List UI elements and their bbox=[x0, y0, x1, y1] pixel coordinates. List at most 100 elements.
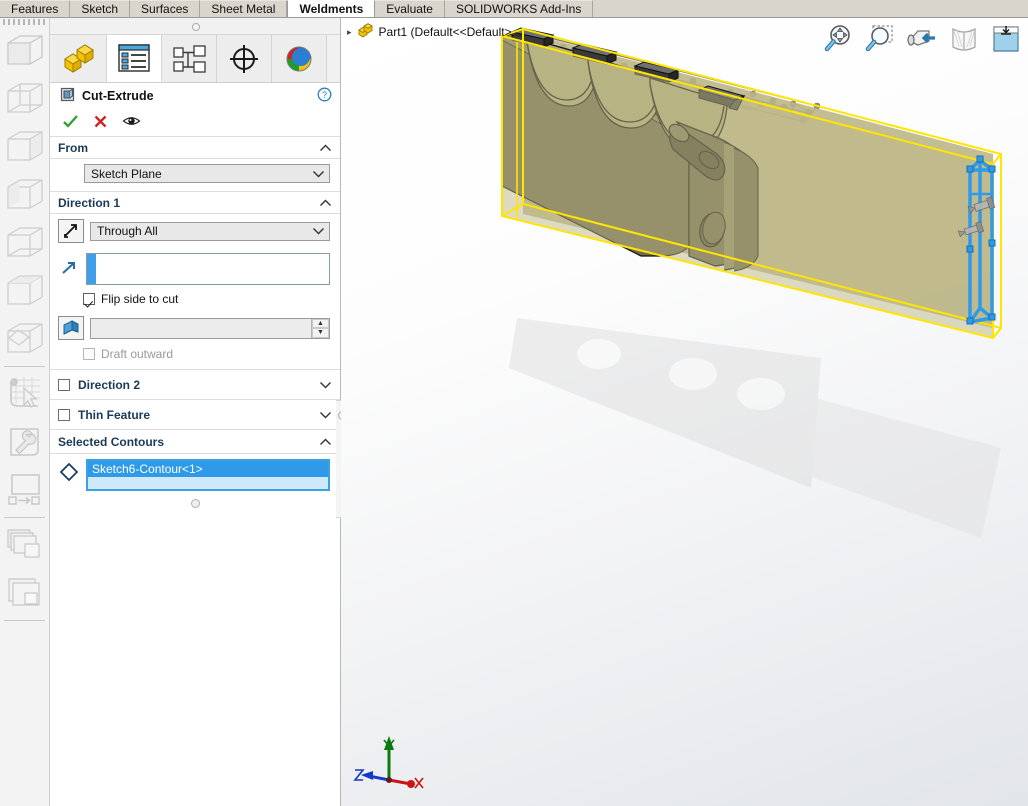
tools-wrench-icon[interactable] bbox=[2, 418, 48, 466]
chevron-down-icon[interactable] bbox=[319, 378, 332, 392]
model-scene[interactable] bbox=[341, 18, 1028, 806]
direction1-depth-value bbox=[96, 254, 329, 284]
section-direction1-header[interactable]: Direction 1 bbox=[50, 192, 340, 214]
ribbon-tab-weldments[interactable]: Weldments bbox=[287, 0, 376, 17]
property-manager-header: Cut-Extrude ? bbox=[50, 83, 340, 109]
draft-angle-value bbox=[91, 319, 311, 338]
sketch-cursor-icon[interactable] bbox=[2, 370, 48, 418]
feature-manager-tab[interactable] bbox=[52, 35, 107, 82]
flip-side-to-cut-row[interactable]: Flip side to cut bbox=[50, 290, 340, 311]
view-orientation-trimetric-icon[interactable] bbox=[2, 75, 48, 123]
direction1-draft-row: ▲ ▼ bbox=[50, 311, 340, 345]
flip-side-to-cut-checkbox[interactable] bbox=[83, 293, 95, 305]
tree-expand-icon[interactable]: ▸ bbox=[347, 27, 352, 38]
section-direction2-header[interactable]: Direction 2 bbox=[50, 370, 340, 400]
zoom-to-fit-icon[interactable] bbox=[820, 21, 856, 57]
flyout-feature-tree[interactable]: ▸ Part1 (Default<<Default>... bbox=[347, 23, 522, 41]
direction1-depth-field[interactable] bbox=[86, 253, 330, 285]
view-orientation-icon[interactable] bbox=[988, 21, 1024, 57]
spinner-down-icon[interactable]: ▼ bbox=[312, 328, 329, 338]
cancel-button[interactable] bbox=[93, 114, 108, 132]
panel-resize-dot[interactable] bbox=[190, 499, 200, 508]
section-from-label: From bbox=[58, 140, 88, 155]
cascade-windows-icon[interactable] bbox=[2, 569, 48, 617]
direction2-checkbox[interactable] bbox=[58, 378, 70, 391]
solid-body[interactable] bbox=[501, 27, 1002, 340]
view-orientation-dimetric-icon[interactable] bbox=[2, 123, 48, 171]
cut-extrude-icon bbox=[60, 87, 75, 105]
orientation-triad bbox=[353, 730, 439, 794]
selection-indicator bbox=[87, 254, 96, 284]
draft-outward-label: Draft outward bbox=[101, 347, 174, 361]
ribbon-tab-sketch[interactable]: Sketch bbox=[70, 0, 131, 17]
dimxpert-manager-tab[interactable] bbox=[217, 35, 272, 82]
view-orientation-isometric-icon[interactable] bbox=[2, 27, 48, 75]
from-row: Sketch Plane bbox=[50, 159, 340, 188]
ribbon-tab-sheet-metal[interactable]: Sheet Metal bbox=[200, 0, 288, 17]
draft-outward-checkbox[interactable] bbox=[83, 348, 95, 360]
chevron-down-icon[interactable] bbox=[319, 408, 332, 422]
ok-button[interactable] bbox=[62, 114, 79, 132]
ribbon-tab-surfaces[interactable]: Surfaces bbox=[130, 0, 201, 17]
window-transfer-icon[interactable] bbox=[2, 466, 48, 514]
thin-feature-checkbox[interactable] bbox=[58, 408, 70, 421]
section-direction2-label: Direction 2 bbox=[78, 377, 141, 392]
selected-contours-list[interactable]: Sketch6-Contour<1> bbox=[86, 459, 330, 491]
view-toolbar-rail bbox=[0, 18, 50, 806]
selected-contours-row: Sketch6-Contour<1> bbox=[50, 454, 340, 493]
section-from-header[interactable]: From bbox=[50, 137, 340, 159]
tile-windows-icon[interactable] bbox=[2, 521, 48, 569]
tree-root-label: Part1 (Default<<Default>... bbox=[378, 25, 522, 39]
section-selected-contours-label: Selected Contours bbox=[58, 434, 165, 449]
manager-tab-strip bbox=[50, 35, 340, 83]
section-selected-contours-header[interactable]: Selected Contours bbox=[50, 430, 340, 454]
list-item[interactable]: Sketch6-Contour<1> bbox=[88, 461, 328, 477]
from-condition-value: Sketch Plane bbox=[91, 166, 162, 181]
contour-diamond-icon bbox=[58, 459, 80, 482]
panel-top-handle[interactable] bbox=[50, 18, 340, 35]
panel-pin-dot[interactable] bbox=[192, 23, 200, 31]
zoom-in-out-icon[interactable] bbox=[904, 21, 940, 57]
page-title: Cut-Extrude bbox=[82, 89, 154, 103]
display-manager-tab[interactable] bbox=[272, 35, 327, 82]
ribbon-tab-solidworks-add-ins[interactable]: SOLIDWORKS Add-Ins bbox=[444, 0, 594, 17]
draft-angle-icon[interactable] bbox=[58, 316, 84, 340]
draft-angle-spinner[interactable]: ▲ ▼ bbox=[90, 317, 330, 339]
view-heads-up-toolbar bbox=[820, 18, 1024, 60]
ribbon-tab-features[interactable]: Features bbox=[0, 0, 71, 17]
spinner-up-icon[interactable]: ▲ bbox=[312, 318, 329, 328]
chevron-up-icon[interactable] bbox=[319, 141, 332, 155]
rail-drag-grip[interactable] bbox=[3, 19, 46, 25]
graphics-viewport[interactable]: ▸ Part1 (Default<<Default>... bbox=[341, 18, 1028, 806]
model-reflection bbox=[509, 318, 1001, 538]
draft-outward-row[interactable]: Draft outward bbox=[50, 345, 340, 366]
view-orientation-front-icon[interactable] bbox=[2, 219, 48, 267]
chevron-up-icon[interactable] bbox=[319, 196, 332, 210]
section-view-icon[interactable] bbox=[946, 21, 982, 57]
property-manager-tab[interactable] bbox=[107, 35, 162, 82]
preview-eye-button[interactable] bbox=[122, 114, 141, 131]
section-thin-feature-header[interactable]: Thin Feature bbox=[50, 400, 340, 430]
reverse-direction-icon[interactable] bbox=[58, 219, 84, 243]
preview-slab-near bbox=[502, 36, 993, 338]
configuration-manager-tab[interactable] bbox=[162, 35, 217, 82]
section-direction1-label: Direction 1 bbox=[58, 195, 121, 210]
view-orientation-left-icon[interactable] bbox=[2, 171, 48, 219]
spinner-buttons[interactable]: ▲ ▼ bbox=[311, 318, 329, 338]
help-icon[interactable]: ? bbox=[317, 87, 332, 105]
property-manager-panel: Cut-Extrude ? From Sketch Plane Directio… bbox=[50, 18, 341, 806]
rail-divider-1 bbox=[4, 366, 45, 367]
svg-text:?: ? bbox=[322, 90, 327, 100]
direction1-end-condition-select[interactable]: Through All bbox=[90, 221, 330, 241]
view-orientation-top-icon[interactable] bbox=[2, 267, 48, 315]
direction1-depth-row bbox=[50, 248, 340, 290]
ribbon-tab-evaluate[interactable]: Evaluate bbox=[375, 0, 445, 17]
view-orientation-normal-to-icon[interactable] bbox=[2, 315, 48, 363]
rail-divider-2 bbox=[4, 517, 45, 518]
rail-divider-3 bbox=[4, 620, 45, 621]
list-empty-area[interactable] bbox=[88, 477, 328, 489]
zoom-to-area-icon[interactable] bbox=[862, 21, 898, 57]
ribbon-tab-strip: Features Sketch Surfaces Sheet Metal Wel… bbox=[0, 0, 1028, 18]
from-condition-select[interactable]: Sketch Plane bbox=[84, 164, 330, 183]
chevron-up-icon[interactable] bbox=[319, 435, 332, 449]
